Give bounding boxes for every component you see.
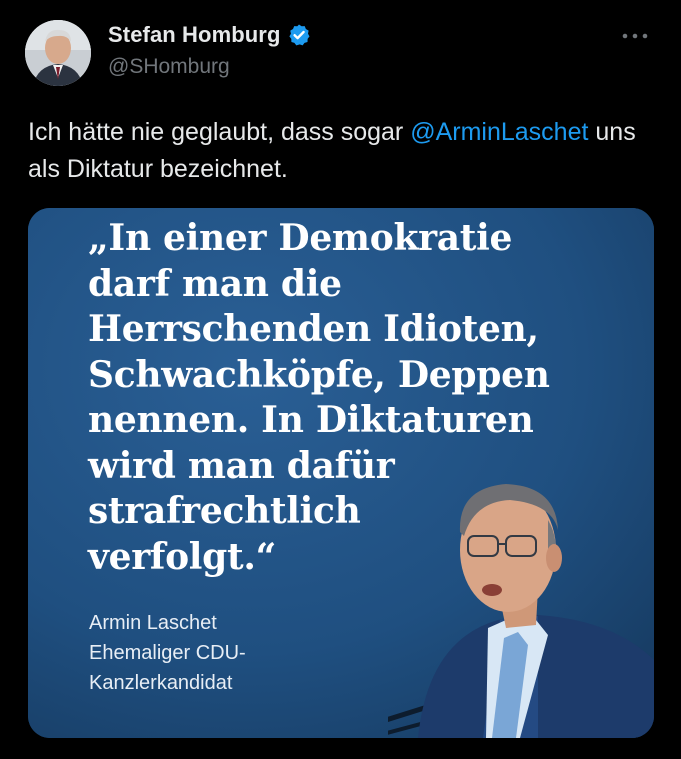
tweet-text: Ich hätte nie geglaubt, dass sogar @Armi… xyxy=(28,114,658,188)
author-avatar[interactable] xyxy=(25,20,91,86)
media-image[interactable]: „In einer Demokratie darf man die Herrsc… xyxy=(28,208,654,738)
attribution-role-line1: Ehemaliger CDU- xyxy=(89,642,246,664)
more-options-icon[interactable] xyxy=(618,26,652,46)
avatar-photo xyxy=(25,20,91,86)
quote-attribution: Armin Laschet Ehemaliger CDU- Kanzlerkan… xyxy=(89,608,246,698)
author-name-row: Stefan Homburg xyxy=(108,22,311,48)
mention-link[interactable]: @ArminLaschet xyxy=(410,118,588,146)
author-handle[interactable]: @SHomburg xyxy=(108,55,230,79)
author-display-name[interactable]: Stefan Homburg xyxy=(108,22,281,48)
speaker-portrait-photo xyxy=(388,484,654,738)
attribution-role-line2: Kanzlerkandidat xyxy=(89,672,233,694)
tweet-text-start: Ich hätte nie geglaubt, dass sogar xyxy=(28,118,411,146)
attribution-name: Armin Laschet xyxy=(89,612,217,634)
tweet: Stefan Homburg @SHomburg Ich hätte nie g… xyxy=(0,0,681,759)
verified-badge-icon[interactable] xyxy=(287,23,311,47)
